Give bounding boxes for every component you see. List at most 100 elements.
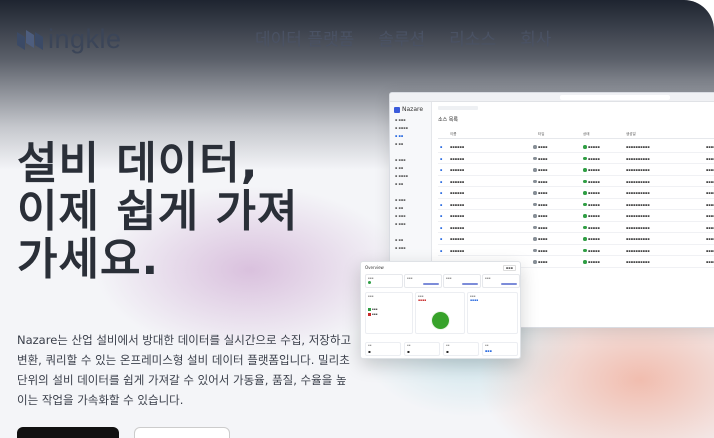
status-dot-icon — [368, 281, 371, 284]
sidebar-item: ▪ ▪▪▪ — [395, 158, 406, 162]
stat-card: ▪▪ ▪ — [404, 342, 440, 356]
table-cell: ▪▪▪▪▪▪▪▪▪▪ — [626, 191, 650, 195]
menu-item-company[interactable]: 회사 — [520, 25, 551, 50]
status-dot-icon — [583, 179, 587, 183]
sidebar-item: ▪ ▪▪▪ — [395, 214, 406, 218]
sidebar-item: ▪ ▪▪▪ — [395, 246, 406, 250]
primary-cta-button[interactable] — [17, 427, 119, 438]
table-cell: ▪▪▪▪▪▪ — [450, 225, 465, 230]
status-dot-icon — [583, 260, 587, 264]
table-cell: ▪▪▪▪ — [538, 168, 548, 172]
sidebar-item: ▪ ▪▪ — [395, 134, 404, 138]
table-cell: ▪▪▪▪ — [538, 260, 548, 264]
type-icon — [533, 202, 537, 206]
donut-chart-icon — [432, 312, 449, 329]
column-header: 이름 — [450, 132, 457, 136]
table-cell: ▪ — [440, 202, 443, 207]
logo-text: ingkle — [48, 24, 122, 54]
table-cell: ▪▪▪▪▪▪ — [450, 214, 465, 218]
column-header: 생성일 — [626, 132, 636, 136]
legend-item: ▪▪▪ — [368, 312, 378, 316]
app-window-titlebar — [390, 93, 714, 102]
type-icon — [533, 168, 537, 172]
logo[interactable]: ingkle — [16, 24, 122, 55]
menu-item-solutions[interactable]: 솔루션 — [378, 25, 425, 50]
table-cell: ▪▪▪▪▪▪▪▪▪▪ — [626, 202, 650, 207]
table-cell: ▪ — [440, 168, 443, 172]
table-cell: ▪▪▪▪ — [538, 225, 548, 230]
table-cell: ▪▪▪▪▪▪ — [450, 191, 465, 195]
app-brand-text: Nazare — [402, 106, 424, 113]
hero-title-line-3: 가세요. — [17, 234, 160, 285]
secondary-cta-button[interactable] — [134, 427, 230, 438]
stat-value: ▪ — [407, 349, 410, 354]
sidebar-item: ▪ ▪▪▪ — [395, 118, 406, 122]
status-dot-icon — [583, 237, 587, 241]
table-cell: ▪▪▪▪▪▪▪▪▪▪ — [626, 260, 650, 264]
table-cell: ▪ — [440, 214, 443, 218]
table-cell: ▪▪▪▪▪ — [706, 179, 714, 184]
table-cell: ▪▪▪▪▪ — [588, 156, 600, 161]
type-icon — [533, 237, 537, 241]
table-cell: ▪ — [440, 156, 443, 161]
status-dot-icon — [583, 248, 587, 252]
ingkle-logo-icon — [17, 29, 43, 50]
table-cell: ▪ — [440, 145, 443, 149]
dashboard-card: Overview ▪▪▪ ▪▪▪ ▪▪▪ ▪▪▪ ▪▪▪ ▪▪▪ ▪▪▪ ▪▪▪… — [360, 261, 521, 359]
sidebar-item: ▪ ▪▪ — [395, 142, 404, 146]
status-dot-icon — [583, 214, 587, 218]
kpi-label: ▪▪▪ — [407, 276, 413, 280]
table-cell: ▪ — [440, 248, 443, 253]
table-cell: ▪▪▪▪▪ — [706, 225, 714, 230]
type-icon — [533, 260, 537, 264]
dashboard-menu-button: ▪▪▪ — [502, 265, 516, 271]
table-cell: ▪▪▪▪▪ — [706, 214, 714, 218]
status-dot-icon — [583, 156, 587, 160]
app-url-bar — [560, 95, 670, 100]
table-cell: ▪▪▪▪▪ — [588, 202, 600, 207]
app-brand: Nazare — [394, 106, 423, 113]
type-icon — [533, 179, 537, 183]
sidebar-item: ▪ ▪▪▪▪ — [395, 126, 408, 130]
hero-description: Nazare는 산업 설비에서 방대한 데이터를 실시간으로 수집, 저장하고 … — [17, 333, 352, 407]
table-cell: ▪▪▪▪▪▪ — [450, 168, 465, 172]
kpi-label: ▪▪▪ — [368, 276, 374, 280]
table-cell: ▪ — [440, 225, 443, 230]
table-cell: ▪ — [440, 237, 443, 241]
table-cell: ▪▪▪▪▪ — [588, 248, 600, 253]
table-cell: ▪▪▪▪▪ — [706, 191, 714, 195]
table-row: ▪▪▪▪▪▪▪▪▪▪▪▪▪▪▪▪▪▪▪▪▪▪▪▪▪▪▪▪▪▪▪ — [438, 187, 714, 199]
app-table-header: 이름 타입 상태 생성일 — [438, 129, 714, 139]
stat-card: ▪▪ ▪ — [365, 342, 401, 356]
table-cell: ▪▪▪▪▪ — [588, 168, 600, 172]
status-dot-icon — [583, 225, 587, 229]
table-cell: ▪▪▪▪▪ — [706, 168, 714, 172]
table-row: ▪▪▪▪▪▪▪▪▪▪▪▪▪▪▪▪▪▪▪▪▪▪▪▪▪▪▪▪▪▪▪ — [438, 222, 714, 233]
table-cell: ▪▪▪▪▪ — [588, 260, 600, 264]
menu-item-data-platform[interactable]: 데이터 플랫폼 — [255, 25, 354, 50]
table-cell: ▪▪▪▪▪ — [588, 179, 600, 184]
type-icon — [533, 145, 537, 149]
menu-item-resources[interactable]: 리소스 — [449, 25, 496, 50]
table-cell: ▪▪▪▪▪▪ — [450, 179, 465, 184]
table-cell: ▪▪▪▪ — [538, 237, 548, 241]
sidebar-item: ▪ ▪▪▪▪ — [395, 174, 408, 178]
kpi-bar — [462, 283, 478, 285]
table-cell: ▪▪▪▪ — [538, 191, 548, 195]
stat-card: ▪▪ ▪ — [443, 342, 479, 356]
table-cell: ▪▪▪▪▪ — [706, 145, 714, 149]
table-cell: ▪▪▪▪▪▪ — [450, 237, 465, 241]
kpi-card: ▪▪▪ — [482, 274, 520, 288]
table-cell: ▪▪▪▪▪▪▪▪▪▪ — [626, 237, 650, 241]
panel-value: ▪▪▪▪ — [470, 298, 479, 302]
kpi-bar — [501, 283, 517, 285]
table-cell: ▪▪▪▪▪ — [706, 237, 714, 241]
table-row: ▪▪▪▪▪▪▪▪▪▪▪▪▪▪▪▪▪▪▪▪▪▪▪▪▪▪▪▪▪▪▪ — [438, 164, 714, 176]
status-dot-icon — [583, 202, 587, 206]
table-cell: ▪▪▪▪▪▪▪▪▪▪ — [626, 145, 650, 149]
kpi-card: ▪▪▪ — [365, 274, 403, 288]
table-cell: ▪▪▪▪▪ — [588, 225, 600, 230]
hero-title: 설비 데이터, 이제 쉽게 가져 가세요. — [17, 140, 357, 284]
sidebar-item: ▪ ▪▪▪ — [395, 198, 406, 202]
table-cell: ▪▪▪▪ — [538, 156, 548, 161]
